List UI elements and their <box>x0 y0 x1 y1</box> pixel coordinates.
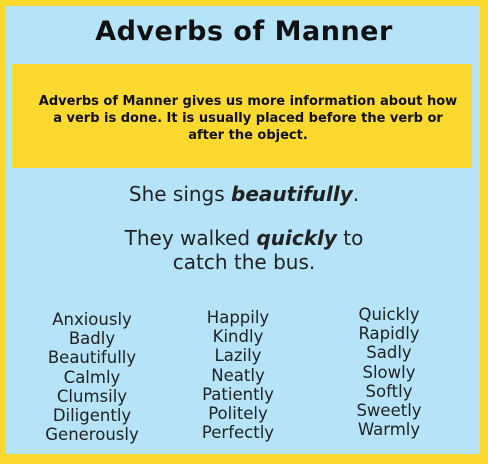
adverb-word: Sadly <box>366 343 412 363</box>
adverb-word: Diligently <box>52 406 132 426</box>
adverb-column-2: Happily Kindly Lazily Neatly Patiently P… <box>178 308 298 442</box>
sentence-2-before: They walked <box>124 226 257 250</box>
sentence-1-before: She sings <box>128 182 232 206</box>
adverb-word: Neatly <box>211 365 265 385</box>
adverb-word: Anxiously <box>52 310 132 329</box>
adverb-word: Happily <box>206 308 270 327</box>
definition-text: Adverbs of Manner gives us more informat… <box>38 94 458 143</box>
adverb-word: Generously <box>45 425 139 445</box>
sentence-2-adverb: quickly <box>256 226 337 250</box>
sentence-1-adverb: beautifully <box>231 182 353 206</box>
adverb-column-1: Anxiously Badly Beautifully Calmly Clums… <box>30 310 154 444</box>
adverb-word: Politely <box>208 404 268 424</box>
adverb-word: Slowly <box>362 362 416 382</box>
adverb-word: Kindly <box>212 327 264 347</box>
sentence-1-after: . <box>352 182 360 206</box>
adverb-word: Patiently <box>202 384 274 404</box>
worksheet-card: Adverbs of Manner Adverbs of Manner give… <box>0 0 488 464</box>
adverb-word: Warmly <box>357 420 421 440</box>
adverb-word: Clumsily <box>56 386 128 406</box>
adverb-word: Rapidly <box>358 324 420 344</box>
adverb-word: Softly <box>365 381 413 401</box>
adverb-word: Calmly <box>63 367 121 387</box>
adverb-word: Beautifully <box>47 348 137 368</box>
example-sentence-1: She sings beautifully. <box>0 182 488 206</box>
adverb-word: Lazily <box>214 346 262 366</box>
page-title: Adverbs of Manner <box>95 16 393 47</box>
adverb-column-3: Quickly Rapidly Sadly Slowly Softly Swee… <box>330 305 448 439</box>
adverb-word: Quickly <box>358 305 420 324</box>
example-sentence-2: They walked quickly to catch the bus. <box>0 226 488 274</box>
adverb-word: Badly <box>68 329 116 349</box>
adverb-word: Sweetly <box>356 401 422 421</box>
adverb-word: Perfectly <box>201 423 275 443</box>
